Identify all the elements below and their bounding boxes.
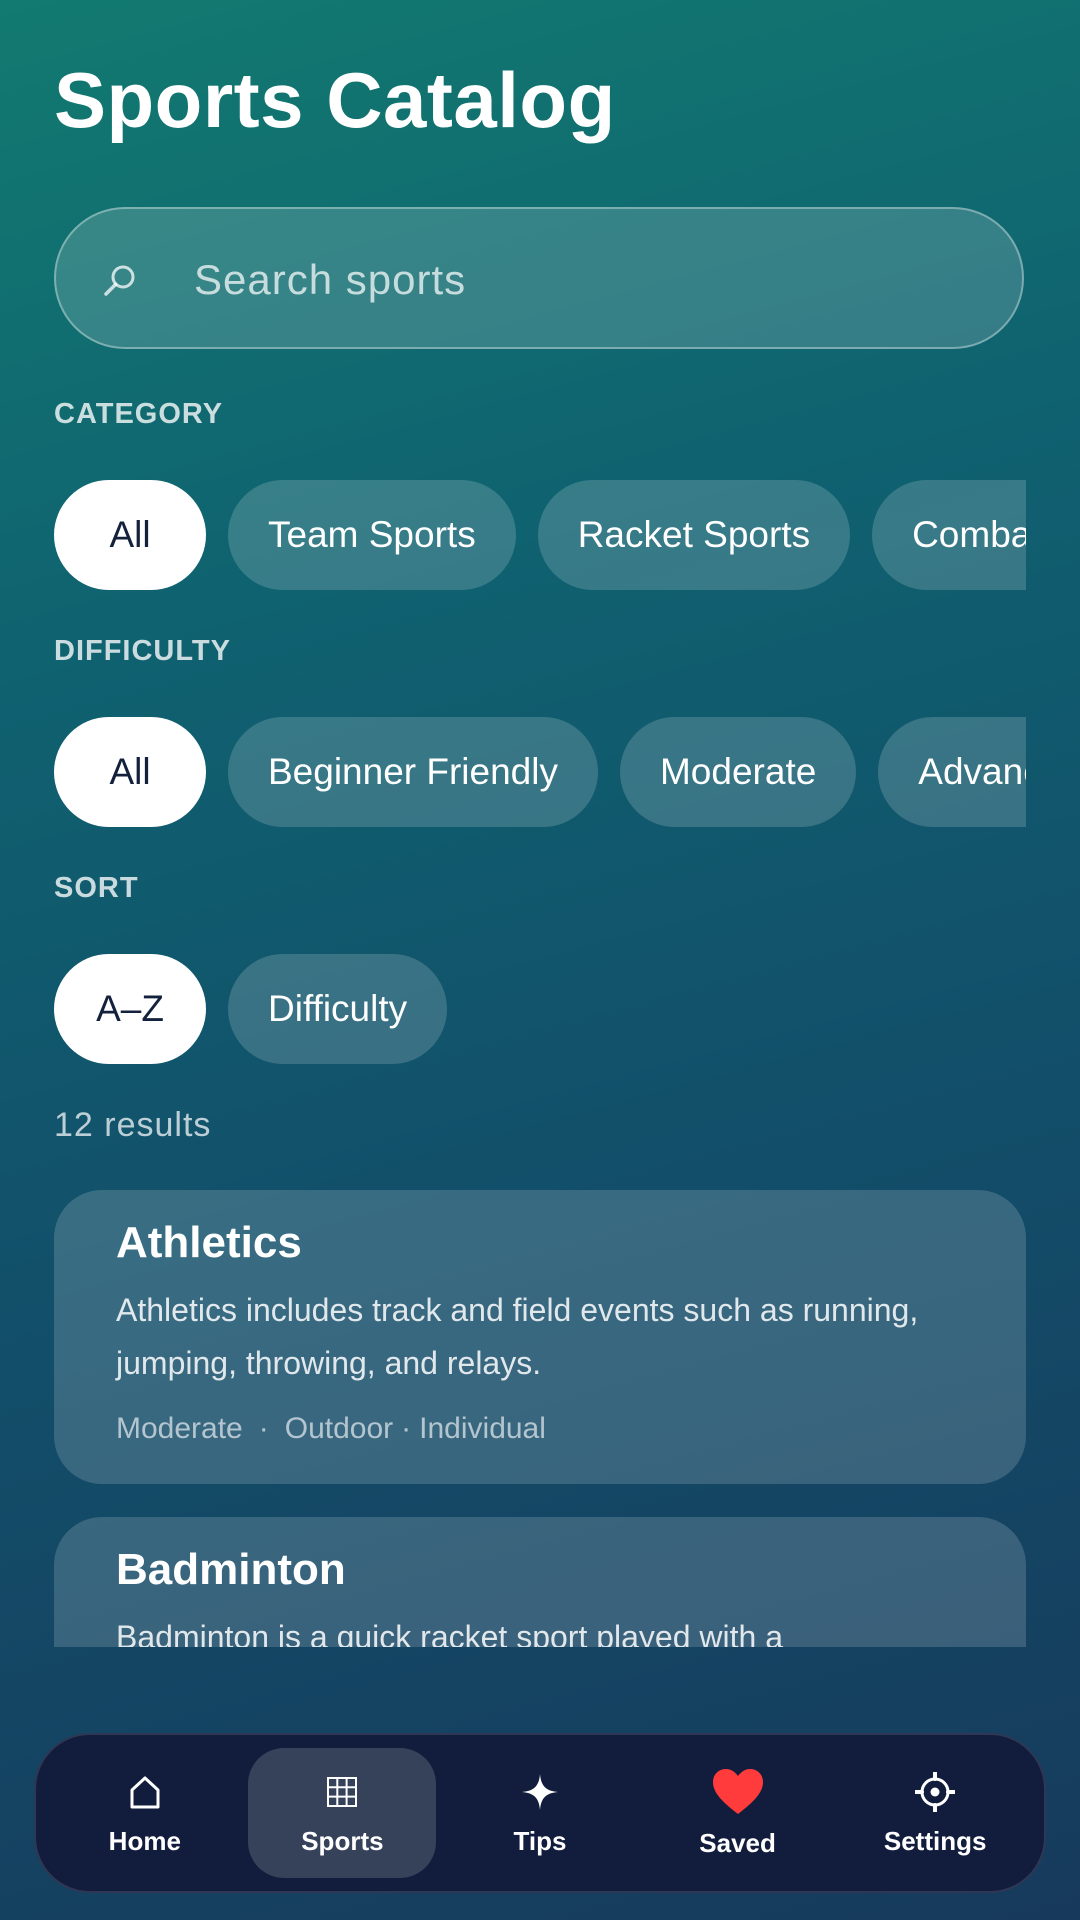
category-chip-racket-sports[interactable]: Racket Sports — [537, 480, 851, 590]
grid-icon — [320, 1770, 364, 1814]
heart-icon — [711, 1768, 765, 1816]
sport-card-meta: Moderate · Outdoor · Individual — [116, 1412, 964, 1446]
results-list[interactable]: Athletics Athletics includes track and f… — [0, 1190, 1080, 1647]
search-input[interactable] — [192, 239, 976, 321]
gear-icon — [913, 1770, 957, 1814]
sort-chip-difficulty[interactable]: Difficulty — [228, 954, 448, 1064]
page-title: Sports Catalog — [54, 56, 616, 144]
results-count: 12 results — [54, 1106, 212, 1144]
meta-separator: · — [401, 1412, 412, 1445]
sport-card-athletics[interactable]: Athletics Athletics includes track and f… — [54, 1190, 1026, 1484]
nav-label: Home — [108, 1825, 181, 1856]
difficulty-chip-beginner-friendly[interactable]: Beginner Friendly — [228, 717, 598, 827]
sport-card-format: Individual — [419, 1412, 546, 1445]
nav-item-home[interactable]: Home — [51, 1748, 239, 1878]
difficulty-chips: All Beginner Friendly Moderate Advanced — [54, 717, 1026, 827]
nav-label: Sports — [301, 1825, 384, 1856]
sort-chips: A–Z Difficulty — [54, 954, 1026, 1064]
nav-label: Tips — [513, 1825, 567, 1856]
nav-label: Saved — [699, 1827, 776, 1858]
search-bar[interactable] — [54, 207, 1024, 349]
sport-card-title: Athletics — [116, 1218, 302, 1267]
category-chip-team-sports[interactable]: Team Sports — [228, 480, 516, 590]
bottom-navigation: Home Sports Tips Saved Settings — [34, 1733, 1046, 1893]
difficulty-label: DIFFICULTY — [54, 635, 231, 667]
sport-card-description: Badminton is a quick racket sport played… — [116, 1619, 783, 1647]
nav-item-saved[interactable]: Saved — [644, 1748, 832, 1878]
sort-chip-a-z[interactable]: A–Z — [54, 954, 206, 1064]
difficulty-chip-advanced[interactable]: Advanced — [878, 717, 1026, 827]
category-chips: All Team Sports Racket Sports Combat — [54, 480, 1026, 590]
sparkle-icon — [518, 1770, 562, 1814]
sport-card-setting: Outdoor — [284, 1412, 394, 1445]
sport-card-description: Athletics includes track and field event… — [116, 1292, 919, 1381]
home-icon — [123, 1770, 167, 1814]
sport-card-difficulty: Moderate — [116, 1412, 243, 1445]
category-chip-combat[interactable]: Combat — [872, 480, 1026, 590]
meta-separator: · — [258, 1412, 269, 1445]
nav-item-sports[interactable]: Sports — [248, 1748, 437, 1878]
nav-label: Settings — [883, 1825, 987, 1856]
sport-card-badminton[interactable]: Badminton Badminton is a quick racket sp… — [54, 1517, 1026, 1647]
difficulty-chip-all[interactable]: All — [54, 717, 206, 827]
difficulty-chip-moderate[interactable]: Moderate — [619, 717, 857, 827]
search-icon — [100, 261, 140, 301]
nav-item-tips[interactable]: Tips — [446, 1748, 634, 1878]
category-label: CATEGORY — [54, 398, 224, 430]
category-chip-all[interactable]: All — [54, 480, 206, 590]
nav-item-settings[interactable]: Settings — [841, 1748, 1029, 1878]
sort-label: SORT — [54, 872, 139, 904]
sport-card-title: Badminton — [116, 1545, 346, 1594]
